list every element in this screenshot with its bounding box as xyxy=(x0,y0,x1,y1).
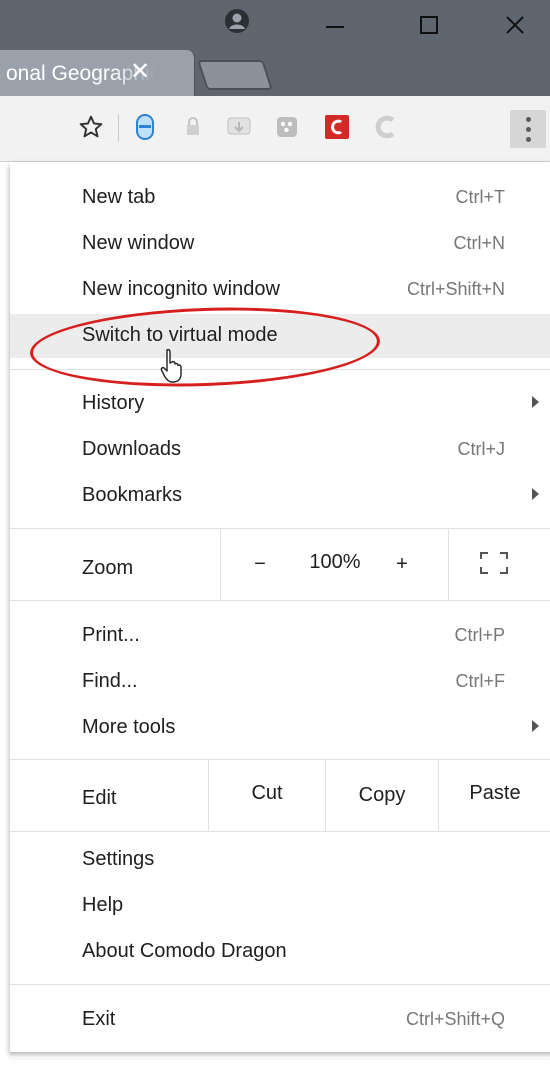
menu-divider xyxy=(10,984,550,985)
comodo-grey-icon xyxy=(375,115,395,139)
menu-icon xyxy=(525,116,531,122)
zoom-out-button[interactable]: − xyxy=(230,528,290,600)
menu-item-label: New window xyxy=(82,232,195,254)
comodo-red-button[interactable] xyxy=(320,110,354,144)
menu-item-downloads[interactable]: Downloads Ctrl+J xyxy=(10,428,550,472)
lock-extension-button[interactable] xyxy=(176,110,210,144)
menu-item-shortcut: Ctrl+F xyxy=(455,671,506,691)
maximize-icon xyxy=(420,16,438,34)
menu-item-find[interactable]: Find... Ctrl+F xyxy=(10,660,550,704)
paste-button[interactable]: Paste xyxy=(439,757,550,829)
zoom-in-button[interactable]: + xyxy=(372,528,432,600)
lock-extension-icon xyxy=(187,116,199,135)
menu-divider xyxy=(10,600,550,601)
menu-item-shortcut: Ctrl+Shift+Q xyxy=(405,1009,505,1029)
new-tab-button[interactable] xyxy=(197,60,273,90)
star-icon xyxy=(79,115,103,138)
menu-item-label: History xyxy=(82,392,145,414)
submenu-arrow-icon xyxy=(532,396,539,408)
menu-item-shortcut: Ctrl+J xyxy=(457,439,505,459)
title-bar: onal Geographic ✕ xyxy=(0,0,550,96)
menu-item-about-comodo-dragon[interactable]: About Comodo Dragon xyxy=(10,930,550,974)
menu-divider xyxy=(10,831,550,832)
bookmark-star-button[interactable] xyxy=(74,110,108,144)
menu-item-new-window[interactable]: New window Ctrl+N xyxy=(10,222,550,266)
cut-button[interactable]: Cut xyxy=(209,757,325,829)
copy-button[interactable]: Copy xyxy=(326,759,438,831)
menu-item-label: New tab xyxy=(82,186,156,208)
menu-bottom-shadow xyxy=(10,1052,550,1058)
menu-item-label: About Comodo Dragon xyxy=(82,940,287,962)
menu-item-label: New incognito window xyxy=(82,278,280,300)
menu-item-label: Print... xyxy=(82,624,140,646)
dots-extension-button[interactable] xyxy=(270,110,304,144)
minimize-button[interactable] xyxy=(300,0,370,50)
browser-tab[interactable]: onal Geographic ✕ xyxy=(0,50,195,96)
menu-item-label: Help xyxy=(82,894,124,916)
menu-item-label: Settings xyxy=(82,848,155,870)
comodo-red-icon xyxy=(325,115,349,139)
menu-item-exit[interactable]: Exit Ctrl+Shift+Q xyxy=(10,998,550,1042)
menu-item-label: More tools xyxy=(82,716,176,738)
dots-extension-icon xyxy=(277,117,297,137)
maximize-button[interactable] xyxy=(394,0,464,50)
zoom-label: Zoom xyxy=(82,556,134,579)
menu-item-settings[interactable]: Settings xyxy=(10,838,550,882)
menu-item-shortcut: Ctrl+P xyxy=(454,625,505,645)
submenu-arrow-icon xyxy=(532,720,539,732)
menu-item-bookmarks[interactable]: Bookmarks xyxy=(10,474,550,518)
menu-item-print[interactable]: Print... Ctrl+P xyxy=(10,614,550,658)
toolbar-separator xyxy=(118,114,119,142)
zoom-level: 100% xyxy=(309,550,361,573)
browser-toolbar xyxy=(0,96,550,162)
menu-item-more-tools[interactable]: More tools xyxy=(10,706,550,750)
submenu-arrow-icon xyxy=(532,488,539,500)
menu-item-label: Find... xyxy=(82,670,138,692)
menu-item-new-tab[interactable]: New tab Ctrl+T xyxy=(10,176,550,220)
menu-item-label: Downloads xyxy=(82,438,181,460)
zoom-divider xyxy=(448,528,449,600)
menu-item-shortcut: Ctrl+T xyxy=(455,187,506,207)
menu-item-new-incognito-window[interactable]: New incognito window Ctrl+Shift+N xyxy=(10,268,550,312)
download-extension-icon xyxy=(227,117,251,135)
menu-item-label: Bookmarks xyxy=(82,484,183,506)
close-window-button[interactable] xyxy=(480,0,550,50)
edit-label: Edit xyxy=(82,786,117,809)
zoom-divider xyxy=(220,528,221,600)
menu-item-history[interactable]: History xyxy=(10,382,550,426)
tab-close-icon[interactable]: ✕ xyxy=(130,58,150,86)
menu-button[interactable] xyxy=(510,110,546,148)
profile-icon[interactable] xyxy=(224,8,250,34)
mouse-cursor-icon xyxy=(160,348,182,383)
menu-item-shortcut: Ctrl+N xyxy=(453,233,505,253)
minimize-icon xyxy=(326,26,344,28)
download-extension-button[interactable] xyxy=(222,110,256,144)
menu-item-label: Exit xyxy=(82,1008,116,1030)
menu-item-shortcut: Ctrl+Shift+N xyxy=(406,279,505,299)
shield-extension-button[interactable] xyxy=(128,110,162,144)
menu-item-help[interactable]: Help xyxy=(10,884,550,928)
fullscreen-icon[interactable] xyxy=(480,552,508,574)
close-icon xyxy=(506,16,524,34)
comodo-grey-button[interactable] xyxy=(368,110,402,144)
shield-extension-icon xyxy=(136,113,154,141)
browser-menu: New tab Ctrl+T New window Ctrl+N New inc… xyxy=(10,162,550,1052)
